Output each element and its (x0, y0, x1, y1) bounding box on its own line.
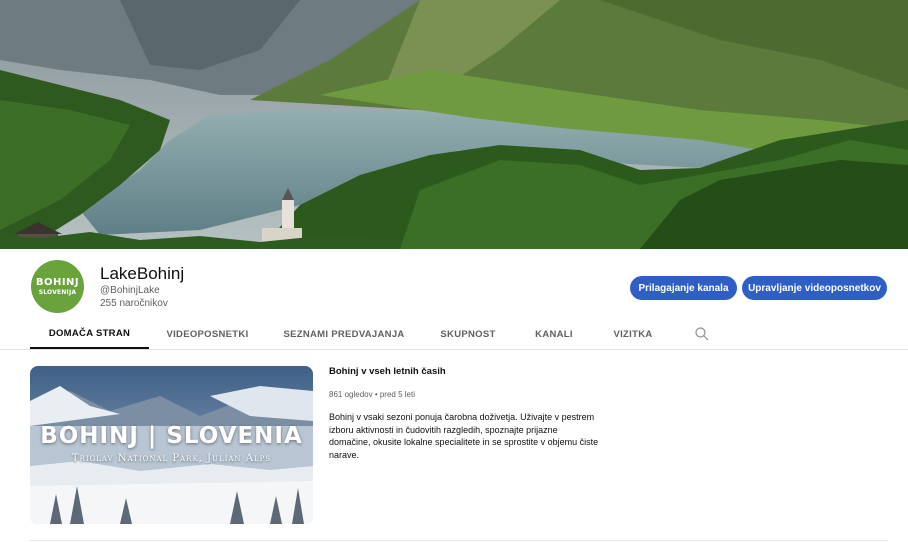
customize-channel-button[interactable]: Prilagajanje kanala (630, 276, 737, 300)
featured-video-meta: 861 ogledov • pred 5 leti (329, 390, 415, 399)
avatar[interactable]: BOHINJ SLOVENIJA (31, 260, 84, 313)
channel-header: BOHINJ SLOVENIJA LakeBohinj @BohinjLake … (0, 249, 908, 320)
avatar-logo-line2: SLOVENIJA (38, 288, 77, 296)
section-divider (30, 540, 888, 541)
thumbnail-title-text: BOHINJ | SLOVENIA (40, 423, 303, 449)
tab-playlists[interactable]: SEZNAMI PREDVAJANJA (278, 320, 410, 349)
channel-banner (0, 0, 908, 249)
tab-community[interactable]: SKUPNOST (432, 320, 504, 349)
search-icon[interactable] (694, 326, 710, 342)
channel-handle: @BohinjLake (100, 285, 160, 296)
featured-video-title[interactable]: Bohinj v vseh letnih časih (329, 366, 446, 377)
featured-video-description: Bohinj v vsaki sezoni ponuja čarobna dož… (329, 412, 599, 460)
channel-name: LakeBohinj (100, 264, 185, 283)
manage-videos-button[interactable]: Upravljanje videoposnetkov (742, 276, 887, 300)
tab-home[interactable]: DOMAČA STRAN (30, 320, 149, 349)
channel-tabs: DOMAČA STRAN VIDEOPOSNETKI SEZNAMI PREDV… (0, 320, 908, 350)
subscriber-count: 255 naročnikov (100, 298, 168, 309)
thumbnail-subtitle-text: Triglav National Park, Julian Alps (71, 453, 272, 464)
banner-landscape-image (0, 0, 908, 249)
tab-channels[interactable]: KANALI (526, 320, 582, 349)
avatar-logo-line1: BOHINJ (35, 276, 80, 288)
featured-video-thumbnail[interactable]: BOHINJ | SLOVENIA Triglav National Park,… (30, 366, 313, 524)
tab-about[interactable]: VIZITKA (605, 320, 661, 349)
tab-videos[interactable]: VIDEOPOSNETKI (160, 320, 255, 349)
